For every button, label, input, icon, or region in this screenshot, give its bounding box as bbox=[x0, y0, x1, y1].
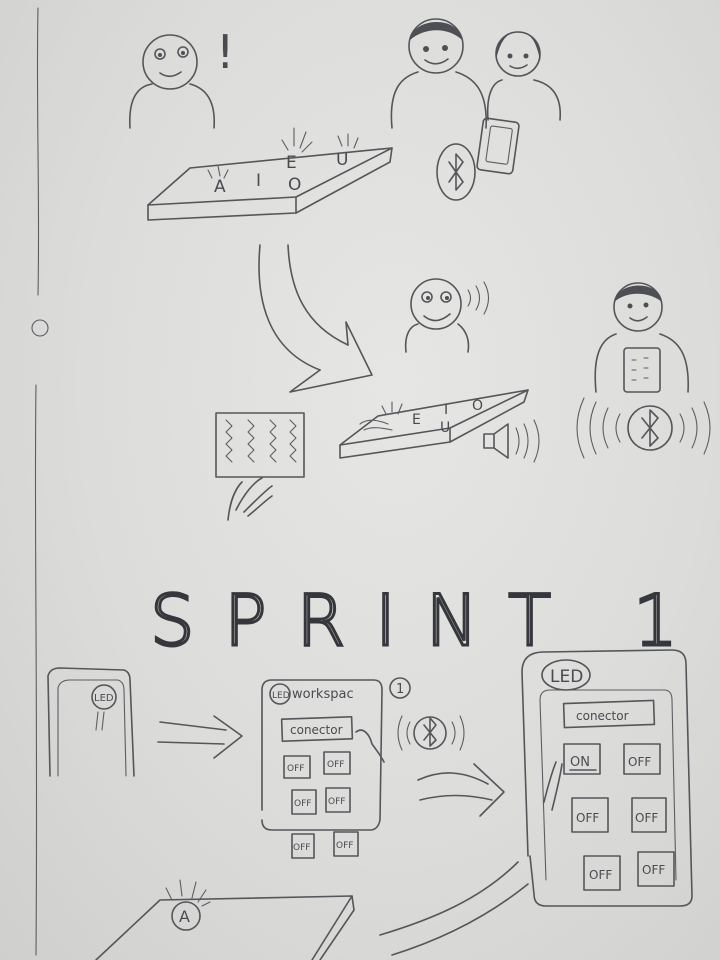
app-icon-label: LED bbox=[94, 693, 114, 704]
touch-pad-icon bbox=[215, 412, 305, 478]
svg-text:OFF: OFF bbox=[576, 811, 599, 825]
svg-text:OFF: OFF bbox=[293, 843, 310, 853]
phone-home-screen bbox=[47, 667, 135, 777]
phone-screen-one: LED workspac bbox=[261, 679, 383, 831]
notebook-margin bbox=[31, 7, 49, 956]
board-letter-o: O bbox=[472, 398, 483, 414]
board-letter-u: U bbox=[336, 150, 348, 170]
svg-text:1: 1 bbox=[396, 682, 404, 697]
toggle-grid-two: ON OFF OFF OFF OFF OFF bbox=[563, 743, 675, 891]
happy-person-icon bbox=[404, 278, 490, 353]
letter-board-top: A I E O U bbox=[147, 127, 393, 221]
phone-icon bbox=[476, 117, 520, 175]
letter-board-bottom: A bbox=[95, 879, 355, 960]
svg-text:OFF: OFF bbox=[328, 797, 345, 807]
board-letter-u: U bbox=[440, 420, 450, 436]
svg-text:OFF: OFF bbox=[336, 841, 353, 851]
bluetooth-icon bbox=[397, 715, 465, 751]
arrow-icon bbox=[379, 861, 529, 956]
board-letter-a: A bbox=[214, 177, 226, 197]
hand-icon bbox=[227, 477, 273, 521]
connect-button-label: conector bbox=[290, 723, 343, 737]
app-icon-led[interactable]: LED bbox=[91, 684, 117, 731]
sketch-page: ! A I E O U E I O U SPRINT 1 LED LED wor… bbox=[0, 0, 720, 960]
board-letter-i: I bbox=[444, 402, 448, 418]
person-with-phone-icon bbox=[594, 282, 689, 393]
sprint-title: SPRINT 1 bbox=[150, 580, 708, 662]
hand-icon bbox=[543, 761, 563, 811]
person-woman-icon bbox=[486, 31, 561, 121]
connect-button-two[interactable]: conector bbox=[562, 699, 656, 729]
step-badge: 1 bbox=[389, 677, 411, 699]
board-letter-o: O bbox=[288, 175, 301, 195]
finger-tap-icon bbox=[355, 729, 385, 763]
svg-text:OFF: OFF bbox=[294, 799, 311, 809]
screen-two-header: LED bbox=[550, 667, 583, 687]
svg-text:ON: ON bbox=[570, 755, 590, 770]
bluetooth-icon bbox=[627, 405, 673, 451]
person-man-icon bbox=[390, 18, 487, 129]
letter-board-middle: E I O U bbox=[339, 389, 529, 459]
svg-text:OFF: OFF bbox=[589, 868, 612, 882]
storyboard-sketch: ! A I E O U E I O U SPRINT 1 LED LED wor… bbox=[31, 7, 711, 960]
connect-button-label: conector bbox=[576, 709, 629, 723]
connect-button-one[interactable]: conector bbox=[280, 715, 354, 743]
board-letter-e: E bbox=[412, 412, 421, 428]
arrow-icon bbox=[157, 715, 243, 759]
board-letter-e: E bbox=[286, 153, 297, 173]
svg-text:OFF: OFF bbox=[287, 764, 304, 774]
svg-text:OFF: OFF bbox=[628, 755, 651, 769]
person-surprised-icon bbox=[129, 34, 215, 129]
arrow-icon bbox=[417, 763, 505, 817]
toggle-grid-one: OFF OFF OFF OFF OFF OFF bbox=[283, 751, 359, 859]
screen-one-header: LED bbox=[272, 691, 290, 701]
binder-hole bbox=[31, 319, 49, 337]
exclamation-mark: ! bbox=[216, 25, 234, 79]
svg-text:OFF: OFF bbox=[642, 863, 665, 877]
workspace-label: workspac bbox=[292, 687, 354, 702]
speaker-icon bbox=[483, 419, 540, 463]
svg-text:OFF: OFF bbox=[635, 811, 658, 825]
board-letter-i: I bbox=[256, 171, 261, 191]
bluetooth-icon bbox=[436, 143, 476, 201]
board-letter-a: A bbox=[179, 907, 190, 926]
svg-text:OFF: OFF bbox=[327, 760, 344, 770]
arrow-icon bbox=[258, 244, 373, 393]
